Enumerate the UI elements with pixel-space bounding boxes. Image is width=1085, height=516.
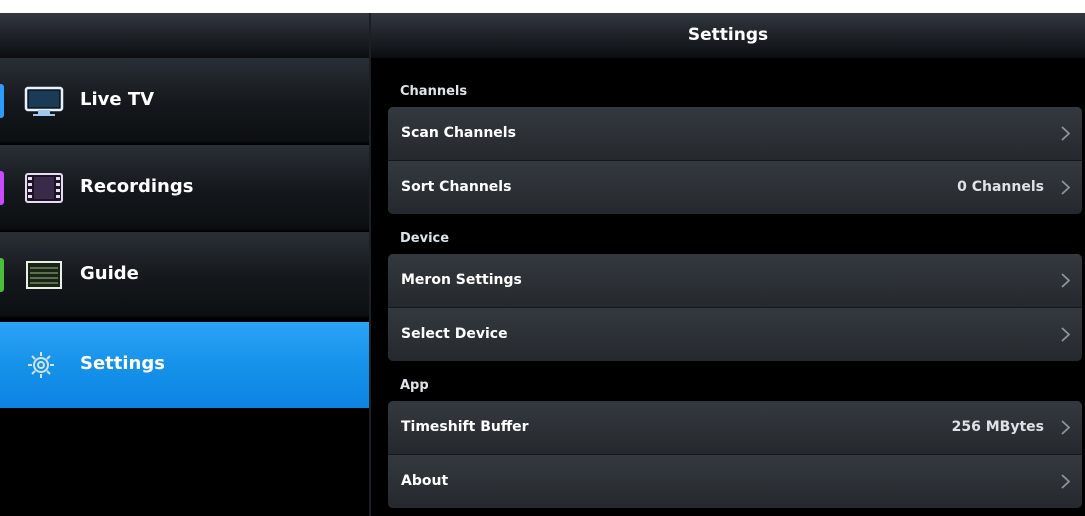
tv-icon bbox=[24, 86, 64, 116]
film-icon bbox=[25, 173, 63, 203]
sidebar-item-label: Recordings bbox=[80, 176, 194, 197]
sidebar-item-live-tv[interactable]: Live TV bbox=[0, 58, 369, 144]
nav-accent-bar bbox=[0, 258, 4, 292]
sidebar-item-settings[interactable]: Settings bbox=[0, 322, 369, 408]
row-value: 256 MBytes bbox=[951, 419, 1044, 435]
guide-icon bbox=[26, 261, 62, 289]
chevron-right-icon bbox=[1061, 126, 1070, 141]
sidebar: Live TV Recordings Guide Settings bbox=[0, 13, 369, 516]
settings-group-device: Meron Settings Select Device bbox=[388, 254, 1082, 361]
sidebar-header bbox=[0, 13, 369, 58]
row-label: Select Device bbox=[401, 326, 508, 342]
row-label: Meron Settings bbox=[401, 272, 522, 288]
chevron-right-icon bbox=[1061, 327, 1070, 342]
section-label-app: App bbox=[400, 378, 429, 393]
sidebar-item-label: Live TV bbox=[80, 89, 155, 110]
about-row[interactable]: About bbox=[388, 454, 1082, 508]
settings-group-app: Timeshift Buffer 256 MBytes About bbox=[388, 401, 1082, 508]
row-label: About bbox=[401, 473, 449, 489]
nav-accent-bar bbox=[0, 171, 4, 205]
sidebar-item-label: Settings bbox=[80, 353, 165, 374]
row-label: Sort Channels bbox=[401, 179, 512, 195]
row-value: 0 Channels bbox=[957, 179, 1044, 195]
sort-channels-row[interactable]: Sort Channels 0 Channels bbox=[388, 160, 1082, 214]
chevron-right-icon bbox=[1061, 180, 1070, 195]
nav-accent-bar bbox=[0, 84, 4, 118]
sidebar-item-label: Guide bbox=[80, 263, 139, 284]
chevron-right-icon bbox=[1061, 420, 1070, 435]
page-title: Settings bbox=[687, 25, 769, 45]
row-label: Scan Channels bbox=[401, 125, 516, 141]
timeshift-buffer-row[interactable]: Timeshift Buffer 256 MBytes bbox=[388, 401, 1082, 454]
chevron-right-icon bbox=[1061, 273, 1070, 288]
header-bar: Settings bbox=[371, 13, 1085, 58]
sidebar-item-guide[interactable]: Guide bbox=[0, 232, 369, 318]
select-device-row[interactable]: Select Device bbox=[388, 307, 1082, 361]
settings-group-channels: Scan Channels Sort Channels 0 Channels bbox=[388, 107, 1082, 214]
scan-channels-row[interactable]: Scan Channels bbox=[388, 107, 1082, 160]
sidebar-item-recordings[interactable]: Recordings bbox=[0, 145, 369, 231]
meron-settings-row[interactable]: Meron Settings bbox=[388, 254, 1082, 307]
section-label-device: Device bbox=[400, 231, 450, 246]
row-label: Timeshift Buffer bbox=[401, 419, 529, 435]
gear-icon bbox=[28, 352, 54, 378]
section-label-channels: Channels bbox=[400, 84, 468, 99]
settings-pane: Settings Channels Scan Channels Sort Cha… bbox=[371, 13, 1085, 516]
chevron-right-icon bbox=[1061, 474, 1070, 489]
